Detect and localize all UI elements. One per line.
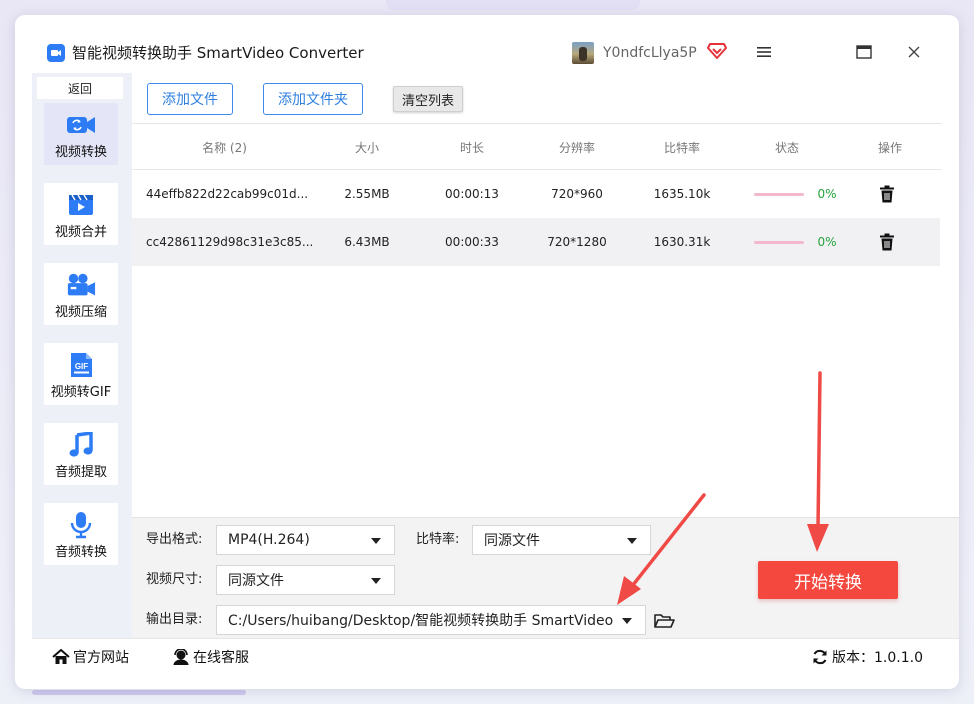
chevron-down-icon bbox=[371, 538, 381, 544]
sidebar-item-label: 音频转换 bbox=[54, 545, 107, 560]
add-file-button[interactable]: 添加文件 bbox=[147, 83, 233, 115]
sidebar-item-video-merge[interactable]: 视频合并 bbox=[44, 183, 118, 245]
output-dir-select[interactable]: C:/Users/huibang/Desktop/智能视频转换助手 SmartV… bbox=[216, 605, 646, 635]
progress-percent: 0% bbox=[817, 187, 837, 201]
file-resolution: 720*1280 bbox=[547, 235, 607, 249]
close-icon bbox=[908, 46, 920, 58]
hamburger-menu-icon bbox=[757, 47, 771, 57]
browse-folder-button[interactable] bbox=[653, 612, 675, 630]
sidebar-item-video-compress[interactable]: 视频压缩 bbox=[44, 263, 118, 325]
format-select-value: MP4(H.264) bbox=[228, 532, 310, 548]
vip-diamond-icon[interactable] bbox=[707, 41, 727, 59]
progress-percent: 0% bbox=[817, 235, 837, 249]
header-bitrate: 比特率 bbox=[663, 140, 700, 155]
user-avatar[interactable] bbox=[572, 42, 594, 64]
table-row[interactable]: 44effb822d22cab99c01d... 2.55MB 00:00:13… bbox=[132, 170, 940, 218]
sidebar-item-video-to-gif[interactable]: GIF 视频转GIF bbox=[44, 343, 118, 405]
header-action: 操作 bbox=[877, 140, 902, 155]
version-label: 版本：1.0.1.0 bbox=[832, 650, 923, 666]
start-convert-button[interactable]: 开始转换 bbox=[758, 561, 898, 599]
file-duration: 00:00:13 bbox=[445, 187, 499, 201]
table-header: 名称 (2) 大小 时长 分辨率 比特率 状态 操作 bbox=[132, 124, 942, 170]
file-size: 2.55MB bbox=[344, 187, 390, 201]
online-support-link[interactable]: 在线客服 bbox=[172, 647, 249, 667]
bitrate-select[interactable]: 同源文件 bbox=[472, 525, 651, 555]
format-select[interactable]: MP4(H.264) bbox=[216, 525, 395, 555]
close-button[interactable] bbox=[903, 41, 925, 63]
file-duration: 00:00:33 bbox=[445, 235, 499, 249]
back-button[interactable]: 返回 bbox=[37, 77, 123, 99]
bitrate-label: 比特率: bbox=[416, 532, 460, 547]
header-name: 名称 (2) bbox=[202, 140, 247, 155]
progress-bar bbox=[754, 241, 804, 244]
microphone-icon bbox=[66, 512, 96, 539]
chevron-down-icon bbox=[371, 578, 381, 584]
sidebar-item-label: 视频转换 bbox=[54, 145, 107, 160]
maximize-icon bbox=[856, 45, 872, 59]
sidebar-item-label: 视频压缩 bbox=[54, 305, 107, 320]
format-label: 导出格式: bbox=[146, 532, 203, 547]
sidebar-item-video-convert[interactable]: 视频转换 bbox=[44, 103, 118, 165]
table-row[interactable]: cc42861129d98c31e3c85... 6.43MB 00:00:33… bbox=[132, 218, 940, 266]
maximize-button[interactable] bbox=[853, 41, 875, 63]
video-size-select[interactable]: 同源文件 bbox=[216, 565, 395, 595]
background-window-edge bbox=[386, 0, 640, 10]
background-scroll-indicator bbox=[32, 690, 246, 695]
footer: 官方网站 在线客服 版本：1.0.1.0 bbox=[32, 638, 959, 672]
toolbar: 添加文件 添加文件夹 清空列表 bbox=[132, 73, 959, 123]
trash-icon bbox=[880, 185, 894, 203]
sidebar-item-audio-convert[interactable]: 音频转换 bbox=[44, 503, 118, 565]
sidebar-item-label: 音频提取 bbox=[54, 465, 107, 480]
file-size: 6.43MB bbox=[344, 235, 390, 249]
file-table: 名称 (2) 大小 时长 分辨率 比特率 状态 操作 44effb822d22c… bbox=[132, 123, 942, 517]
sidebar-item-label: 视频转GIF bbox=[50, 385, 112, 400]
music-note-icon bbox=[66, 432, 96, 458]
output-dir-value: C:/Users/huibang/Desktop/智能视频转换助手 SmartV… bbox=[228, 613, 614, 629]
sidebar: 返回 视频转换 视频合并 视频压缩 GIF 视频转GIF 音频提取 音频转换 bbox=[32, 73, 132, 638]
video-convert-icon bbox=[66, 112, 96, 138]
refresh-icon[interactable] bbox=[812, 649, 828, 665]
file-name: 44effb822d22cab99c01d... bbox=[146, 187, 309, 201]
output-dir-label: 输出目录: bbox=[146, 612, 203, 627]
chevron-down-icon bbox=[622, 618, 632, 624]
progress-bar bbox=[754, 193, 804, 196]
video-compress-icon bbox=[66, 272, 96, 298]
menu-button[interactable] bbox=[753, 41, 775, 63]
title-bar: 智能视频转换助手 SmartVideo Converter Y0ndfcLlya… bbox=[15, 15, 959, 73]
version-info: 版本：1.0.1.0 bbox=[812, 647, 923, 667]
file-name: cc42861129d98c31e3c85... bbox=[146, 235, 314, 249]
home-icon bbox=[52, 649, 70, 664]
svg-text:GIF: GIF bbox=[75, 362, 88, 371]
clear-list-button[interactable]: 清空列表 bbox=[393, 86, 463, 112]
output-settings: 导出格式: MP4(H.264) 比特率: 同源文件 视频尺寸: 同源文件 输出… bbox=[132, 517, 959, 638]
file-bitrate: 1635.10k bbox=[653, 187, 711, 201]
header-size: 大小 bbox=[354, 140, 379, 155]
sidebar-item-audio-extract[interactable]: 音频提取 bbox=[44, 423, 118, 485]
trash-icon bbox=[880, 233, 894, 251]
folder-open-icon bbox=[654, 614, 675, 628]
header-duration: 时长 bbox=[459, 140, 484, 155]
sidebar-item-label: 视频合并 bbox=[54, 225, 107, 240]
bitrate-select-value: 同源文件 bbox=[484, 533, 540, 549]
chevron-down-icon bbox=[627, 538, 637, 544]
customer-service-icon bbox=[173, 649, 189, 665]
header-status: 状态 bbox=[774, 140, 799, 155]
app-window: 智能视频转换助手 SmartVideo Converter Y0ndfcLlya… bbox=[15, 15, 959, 689]
file-bitrate: 1630.31k bbox=[653, 235, 711, 249]
delete-button[interactable] bbox=[875, 170, 899, 218]
delete-button[interactable] bbox=[875, 218, 899, 266]
username[interactable]: Y0ndfcLlya5P bbox=[603, 43, 697, 63]
header-resolution: 分辨率 bbox=[558, 140, 595, 155]
app-title: 智能视频转换助手 SmartVideo Converter bbox=[72, 44, 364, 62]
file-resolution: 720*960 bbox=[551, 187, 603, 201]
video-merge-icon bbox=[66, 192, 96, 218]
online-support-label: 在线客服 bbox=[193, 650, 249, 666]
gif-icon: GIF bbox=[66, 352, 96, 378]
add-folder-button[interactable]: 添加文件夹 bbox=[263, 83, 363, 115]
app-logo-icon bbox=[47, 44, 65, 62]
video-size-label: 视频尺寸: bbox=[146, 572, 203, 587]
official-website-label: 官方网站 bbox=[73, 650, 129, 666]
official-website-link[interactable]: 官方网站 bbox=[52, 647, 129, 667]
video-size-select-value: 同源文件 bbox=[228, 573, 284, 589]
